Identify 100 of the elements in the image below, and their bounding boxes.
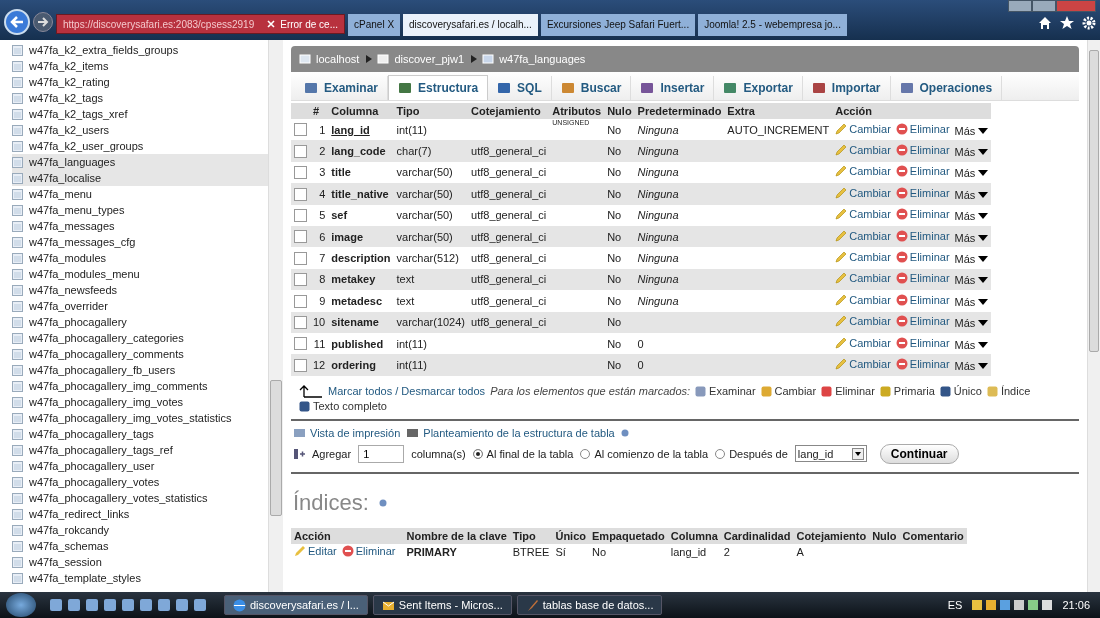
edit-link[interactable]: Editar: [294, 544, 337, 557]
sidebar-item[interactable]: w47fa_k2_tags: [12, 90, 268, 106]
sidebar-item[interactable]: w47fa_redirect_links: [12, 506, 268, 522]
sidebar-item[interactable]: w47fa_phocagallery_categories: [12, 330, 268, 346]
quick-launch-icon[interactable]: [175, 598, 189, 612]
taskbar-button[interactable]: tablas base de datos...: [516, 595, 663, 615]
tray-icons-drawing[interactable]: [972, 599, 1053, 611]
sidebar-item[interactable]: w47fa_messages: [12, 218, 268, 234]
row-checkbox[interactable]: [294, 273, 307, 287]
sidebar-item[interactable]: w47fa_phocagallery_img_votes_statistics: [12, 410, 268, 426]
drop-link[interactable]: Eliminar: [895, 165, 950, 178]
sidebar-item[interactable]: w47fa_menu: [12, 186, 268, 202]
more-menu[interactable]: Más: [954, 146, 989, 159]
quick-launch-icon[interactable]: [49, 598, 63, 612]
scrollbar[interactable]: [268, 40, 283, 592]
sidebar-item[interactable]: w47fa_localise: [12, 170, 268, 186]
sidebar-item[interactable]: w47fa_modules: [12, 250, 268, 266]
column-select[interactable]: lang_id: [794, 445, 867, 463]
row-checkbox[interactable]: [294, 166, 307, 180]
drop-link[interactable]: Eliminar: [341, 544, 396, 557]
row-checkbox[interactable]: [294, 358, 307, 372]
more-menu[interactable]: Más: [954, 231, 989, 244]
forward-button[interactable]: [33, 12, 53, 32]
drop-link[interactable]: Eliminar: [895, 229, 950, 242]
more-menu[interactable]: Más: [954, 338, 989, 351]
tab[interactable]: Buscar: [551, 76, 632, 100]
row-checkbox[interactable]: [294, 294, 307, 308]
quick-launch-icon[interactable]: [85, 598, 99, 612]
radio-button[interactable]: [472, 448, 483, 459]
change-link[interactable]: Cambiar: [835, 251, 891, 264]
sidebar-item[interactable]: w47fa_template_styles: [12, 570, 268, 586]
more-menu[interactable]: Más: [954, 167, 989, 180]
sidebar-item[interactable]: w47fa_k2_tags_xref: [12, 106, 268, 122]
change-link[interactable]: Cambiar: [835, 165, 891, 178]
start-button[interactable]: [6, 593, 36, 617]
address-bar[interactable]: https://discoverysafari.es:2083/cpsess2919 Error de ce...: [56, 14, 346, 34]
tab[interactable]: Estructura: [388, 75, 489, 100]
sidebar-item[interactable]: w47fa_phocagallery_img_votes: [12, 394, 268, 410]
page-link[interactable]: Planteamiento de la estructura de tabla: [406, 426, 615, 439]
taskbar-button[interactable]: Sent Items - Micros...: [372, 595, 512, 615]
drop-link[interactable]: Eliminar: [895, 272, 950, 285]
row-checkbox[interactable]: [294, 123, 307, 137]
sidebar-item[interactable]: w47fa_phocagallery_user: [12, 458, 268, 474]
sidebar-item[interactable]: w47fa_modules_menu: [12, 266, 268, 282]
change-link[interactable]: Cambiar: [835, 272, 891, 285]
row-checkbox[interactable]: [294, 316, 307, 329]
change-link[interactable]: Cambiar: [835, 186, 891, 199]
bulk-action-button[interactable]: Índice: [986, 383, 1031, 399]
sidebar-item[interactable]: w47fa_phocagallery_fb_users: [12, 362, 268, 378]
drop-link[interactable]: Eliminar: [895, 315, 950, 328]
radio-label[interactable]: Al final de la tabla: [486, 447, 574, 460]
change-link[interactable]: Cambiar: [835, 336, 891, 349]
change-link[interactable]: Cambiar: [835, 122, 891, 135]
drop-link[interactable]: Eliminar: [895, 208, 950, 221]
change-link[interactable]: Cambiar: [835, 315, 891, 328]
sidebar-item[interactable]: w47fa_phocagallery_img_comments: [12, 378, 268, 394]
bulk-action-button[interactable]: Único: [939, 383, 982, 399]
drop-link[interactable]: Eliminar: [895, 251, 950, 264]
more-menu[interactable]: Más: [954, 274, 989, 287]
more-menu[interactable]: Más: [954, 253, 989, 266]
quick-launch-icon[interactable]: [103, 598, 117, 612]
row-checkbox[interactable]: [294, 209, 307, 223]
back-button[interactable]: [4, 9, 30, 35]
radio-label[interactable]: Después de: [729, 447, 788, 460]
quick-launch-icon[interactable]: [67, 598, 81, 612]
change-link[interactable]: Cambiar: [835, 208, 891, 221]
browser-tab[interactable]: discoverysafari.es / localh...: [403, 14, 538, 36]
change-link[interactable]: Cambiar: [835, 358, 891, 370]
sidebar-item[interactable]: w47fa_overrider: [12, 298, 268, 314]
bulk-action-button[interactable]: Texto completo: [299, 398, 387, 414]
change-link[interactable]: Cambiar: [835, 293, 891, 306]
drop-link[interactable]: Eliminar: [895, 186, 950, 199]
sidebar-item[interactable]: w47fa_rokcandy: [12, 522, 268, 538]
quick-launch-icon[interactable]: [193, 598, 207, 612]
clock[interactable]: 21:06: [1062, 599, 1090, 611]
change-link[interactable]: Cambiar: [835, 229, 891, 242]
bulk-action-button[interactable]: Cambiar: [760, 383, 817, 399]
more-menu[interactable]: Más: [954, 317, 989, 330]
sidebar-item[interactable]: w47fa_phocagallery_votes: [12, 474, 268, 490]
sidebar-item[interactable]: w47fa_phocagallery_tags_ref: [12, 442, 268, 458]
tab[interactable]: Insertar: [631, 76, 715, 100]
sidebar-item[interactable]: w47fa_phocagallery_votes_statistics: [12, 490, 268, 506]
drop-link[interactable]: Eliminar: [895, 122, 950, 135]
sidebar-item[interactable]: w47fa_phocagallery_comments: [12, 346, 268, 362]
page-link[interactable]: Vista de impresión: [293, 426, 401, 439]
sidebar-item[interactable]: w47fa_k2_items: [12, 58, 268, 74]
sidebar-item[interactable]: w47fa_phocagallery: [12, 314, 268, 330]
bulk-action-button[interactable]: Examinar: [695, 383, 756, 399]
sidebar-item[interactable]: w47fa_session: [12, 554, 268, 570]
sidebar-item[interactable]: w47fa_messages_cfg: [12, 234, 268, 250]
row-checkbox[interactable]: [294, 337, 307, 351]
tab[interactable]: SQL: [488, 76, 552, 100]
sidebar-item[interactable]: w47fa_menu_types: [12, 202, 268, 218]
minimize-button[interactable]: [1008, 0, 1032, 12]
bulk-action-button[interactable]: Eliminar: [821, 383, 875, 399]
sidebar-item[interactable]: w47fa_k2_user_groups: [12, 138, 268, 154]
tab[interactable]: Operaciones: [890, 76, 1003, 100]
more-menu[interactable]: Más: [954, 360, 989, 372]
radio-button[interactable]: [715, 448, 726, 459]
change-link[interactable]: Cambiar: [835, 144, 891, 157]
